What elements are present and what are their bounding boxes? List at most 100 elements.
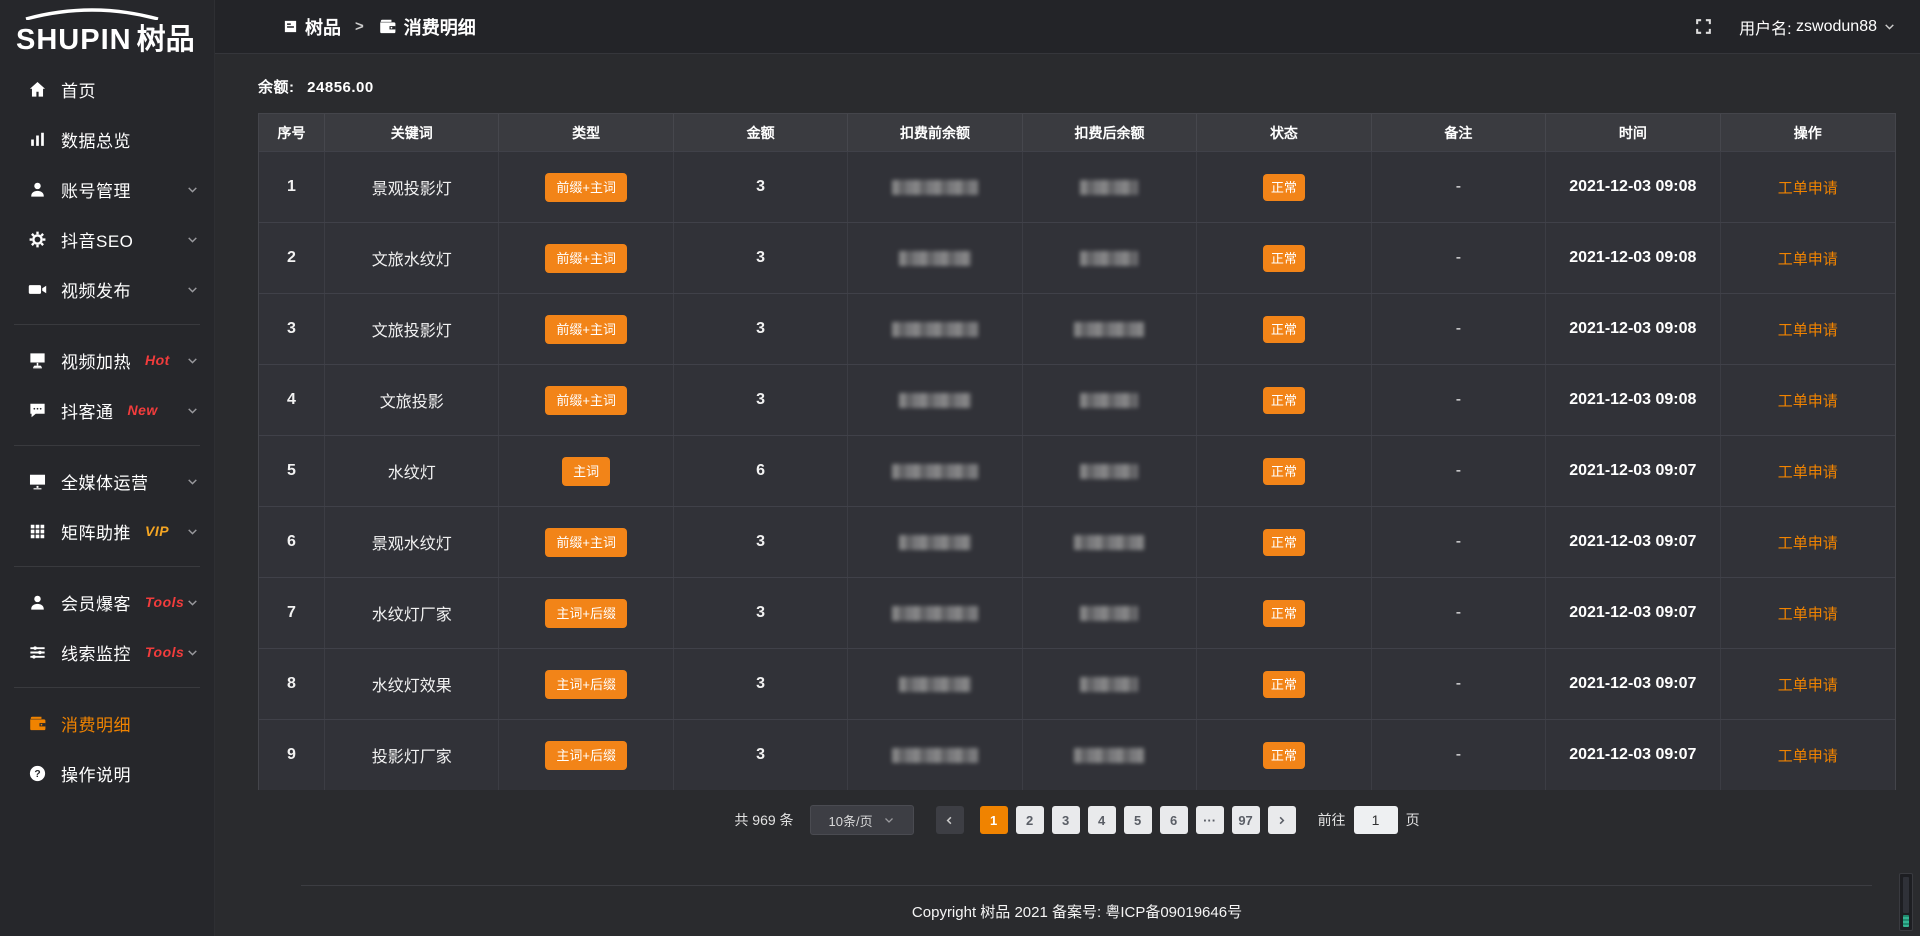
chevron-down-icon	[186, 475, 199, 488]
table-body: 1景观投影灯前缀+主词3正常-2021-12-03 09:08工单申请2文旅水纹…	[259, 151, 1895, 790]
page-button-5[interactable]: 5	[1124, 806, 1152, 834]
cell-amount: 3	[674, 152, 848, 222]
sidebar-item-video-heating[interactable]: 视频加热Hot	[0, 335, 214, 385]
chevron-down-icon	[883, 814, 895, 826]
goto-unit: 页	[1406, 810, 1420, 830]
cell-remark: -	[1372, 649, 1546, 719]
work-order-link[interactable]: 工单申请	[1778, 319, 1838, 340]
page-button-97[interactable]: 97	[1232, 806, 1260, 834]
sidebar-item-label: 视频加热	[61, 348, 131, 373]
page-button-2[interactable]: 2	[1016, 806, 1044, 834]
type-badge: 主词	[562, 457, 610, 486]
goto-label: 前往	[1318, 810, 1346, 830]
cell-balance-before	[848, 436, 1022, 506]
chevron-down-icon	[186, 354, 199, 367]
work-order-link[interactable]: 工单申请	[1778, 603, 1838, 624]
work-order-link[interactable]: 工单申请	[1778, 390, 1838, 411]
board-icon	[26, 350, 48, 370]
sidebar-item-matrix-boost[interactable]: 矩阵助推VIP	[0, 506, 214, 556]
goto-page-input[interactable]	[1354, 806, 1398, 834]
user-icon	[26, 179, 48, 199]
status-badge: 正常	[1263, 458, 1305, 485]
sidebar-item-member-baoke[interactable]: 会员爆客Tools	[0, 577, 214, 627]
username-label: 用户名:	[1739, 15, 1791, 39]
cell-time: 2021-12-03 09:07	[1546, 649, 1720, 719]
question-icon: ?	[26, 763, 48, 783]
breadcrumb-item[interactable]: 树品	[283, 14, 341, 40]
cell-status: 正常	[1197, 365, 1371, 435]
cell-type: 前缀+主词	[499, 507, 673, 577]
sidebar-item-account-management[interactable]: 账号管理	[0, 164, 214, 214]
cell-keyword: 景观水纹灯	[325, 507, 499, 577]
cell-remark: -	[1372, 152, 1546, 222]
sidebar-item-badge: Tools	[145, 644, 184, 660]
cell-type: 主词+后缀	[499, 578, 673, 648]
sidebar-item-label: 抖客通	[61, 398, 114, 423]
sidebar-item-all-media-operation[interactable]: 全媒体运营	[0, 456, 214, 506]
column-header: 时间	[1546, 114, 1720, 151]
user-menu[interactable]: 用户名: zswodun88	[1739, 15, 1896, 39]
work-order-link[interactable]: 工单申请	[1778, 745, 1838, 766]
column-header: 金额	[674, 114, 848, 151]
page-button-1[interactable]: 1	[980, 806, 1008, 834]
work-order-link[interactable]: 工单申请	[1778, 248, 1838, 269]
sidebar-item-label: 抖音SEO	[61, 227, 133, 252]
sidebar-item-data-overview[interactable]: 数据总览	[0, 114, 214, 164]
work-order-link[interactable]: 工单申请	[1778, 461, 1838, 482]
sidebar-divider	[14, 687, 200, 688]
censored-value	[1080, 677, 1138, 692]
breadcrumb-item[interactable]: 消费明细	[378, 14, 476, 40]
sidebar-item-operation-guide[interactable]: ?操作说明	[0, 748, 214, 798]
sidebar-menu: 首页数据总览账号管理抖音SEO 视频发布视频加热Hot 抖客通 New 全媒体运营矩阵助…	[0, 64, 214, 798]
cell-status: 正常	[1197, 720, 1371, 790]
cell-index: 5	[259, 436, 325, 506]
cell-keyword: 水纹灯效果	[325, 649, 499, 719]
cell-remark: -	[1372, 223, 1546, 293]
gear-icon	[26, 229, 48, 249]
cell-balance-before	[848, 294, 1022, 364]
cell-balance-after	[1023, 223, 1197, 293]
page-button-3[interactable]: 3	[1052, 806, 1080, 834]
censored-value	[892, 606, 978, 621]
table-row: 7水纹灯厂家主词+后缀3正常-2021-12-03 09:07工单申请	[259, 577, 1895, 648]
column-header: 备注	[1372, 114, 1546, 151]
sidebar-item-label: 账号管理	[61, 177, 131, 202]
censored-value	[1074, 322, 1144, 337]
cell-keyword: 水纹灯	[325, 436, 499, 506]
page-button-4[interactable]: 4	[1088, 806, 1116, 834]
work-order-link[interactable]: 工单申请	[1778, 532, 1838, 553]
sidebar-item-clue-monitoring[interactable]: 线索监控Tools	[0, 627, 214, 677]
sidebar-item-label: 首页	[61, 77, 96, 102]
sidebar-item-doukeTong[interactable]: 抖客通 New	[0, 385, 214, 435]
column-header: 序号	[259, 114, 325, 151]
page-ellipsis-button[interactable]: ···	[1196, 806, 1224, 834]
table-row: 6景观水纹灯前缀+主词3正常-2021-12-03 09:07工单申请	[259, 506, 1895, 577]
next-page-button[interactable]	[1268, 806, 1296, 834]
cell-amount: 6	[674, 436, 848, 506]
chevron-down-icon	[186, 183, 199, 196]
topbar: 树品>消费明细 用户名: zswodun88	[215, 0, 1920, 54]
cell-status: 正常	[1197, 436, 1371, 506]
work-order-link[interactable]: 工单申请	[1778, 674, 1838, 695]
type-badge: 前缀+主词	[545, 244, 627, 273]
sidebar-item-consumption-details[interactable]: 消费明细	[0, 698, 214, 748]
fullscreen-icon[interactable]	[1694, 17, 1713, 36]
prev-page-button[interactable]	[936, 806, 964, 834]
censored-value	[1080, 180, 1138, 195]
sidebar-item-video-publish[interactable]: 视频发布	[0, 264, 214, 314]
page-button-6[interactable]: 6	[1160, 806, 1188, 834]
sidebar-item-badge: New	[128, 402, 158, 418]
work-order-link[interactable]: 工单申请	[1778, 177, 1838, 198]
column-header: 扣费后余额	[1023, 114, 1197, 151]
type-badge: 前缀+主词	[545, 386, 627, 415]
chevron-left-icon	[944, 815, 955, 826]
sidebar-item-home[interactable]: 首页	[0, 64, 214, 114]
sidebar-item-douyin-seo[interactable]: 抖音SEO	[0, 214, 214, 264]
censored-value	[1074, 748, 1144, 763]
page-size-select[interactable]: 10条/页	[810, 805, 914, 835]
sidebar-item-label: 全媒体运营	[61, 469, 149, 494]
status-badge: 正常	[1263, 316, 1305, 343]
cell-type: 前缀+主词	[499, 365, 673, 435]
scrollbar[interactable]	[1899, 873, 1913, 931]
censored-value	[892, 180, 978, 195]
